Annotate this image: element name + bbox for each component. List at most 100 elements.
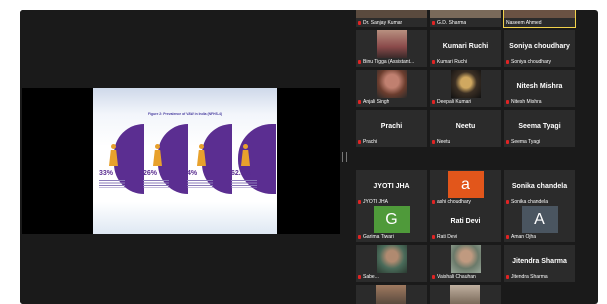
- participant-tile[interactable]: Dr. Sanjay Kumar: [356, 10, 427, 27]
- participant-tile[interactable]: Prachi Prachi: [356, 110, 427, 147]
- stat-text: [231, 180, 257, 188]
- participant-video: [376, 285, 406, 304]
- mic-muted-icon: [358, 60, 361, 64]
- participant-label: Neetu: [432, 139, 450, 145]
- participant-tile[interactable]: [356, 285, 427, 304]
- stat-block: 26%: [143, 124, 188, 194]
- participant-video: [376, 30, 407, 58]
- mic-muted-icon: [358, 200, 361, 204]
- participant-label: Sabe...: [358, 274, 379, 280]
- participant-tile-active-speaker[interactable]: Naseem Ahmed: [503, 10, 576, 28]
- participant-tile[interactable]: [430, 285, 501, 304]
- participant-name: Sonika chandela: [511, 183, 568, 190]
- participant-tile[interactable]: Binu Tigga (Assistant...: [356, 30, 427, 67]
- screen: Figure 2: Prevalence of VAW in India (NF…: [0, 0, 607, 304]
- woman-icon: [109, 144, 118, 166]
- mic-muted-icon: [432, 275, 435, 279]
- mic-muted-icon: [358, 21, 361, 25]
- participant-tile[interactable]: Anjali Singh: [356, 70, 427, 107]
- participant-label: Soniya choudhary: [506, 59, 551, 65]
- mic-muted-icon: [432, 200, 435, 204]
- participant-name: Nitesh Mishra: [516, 83, 563, 90]
- participant-label: Binu Tigga (Assistant...: [358, 59, 414, 65]
- participant-tile[interactable]: Sabe...: [356, 245, 427, 282]
- participant-tile[interactable]: JYOTI JHA JYOTI JHA: [356, 170, 427, 207]
- stat-text: [187, 180, 213, 188]
- participant-tile[interactable]: A Aman Ojha: [504, 205, 575, 242]
- mic-muted-icon: [506, 60, 509, 64]
- participant-label: Naseem Ahmed: [506, 20, 542, 26]
- participant-label: Rati Devi: [432, 234, 457, 240]
- mic-muted-icon: [358, 235, 361, 239]
- stat-percentage: 26%: [143, 170, 158, 177]
- gallery-view: Dr. Sanjay Kumar G.D. Sharma Naseem Ahme…: [356, 10, 598, 304]
- shared-screen: Figure 2: Prevalence of VAW in India (NF…: [22, 88, 340, 234]
- presentation-slide: Figure 2: Prevalence of VAW in India (NF…: [93, 88, 277, 234]
- stat-percentage: 4%: [187, 170, 198, 177]
- participant-video: [450, 70, 481, 98]
- mic-muted-icon: [432, 100, 435, 104]
- mic-muted-icon: [432, 235, 435, 239]
- stat-percentage: 33%: [99, 170, 114, 177]
- participant-video: [376, 70, 407, 98]
- participant-tile[interactable]: G.D. Sharma: [430, 10, 501, 27]
- participant-tile[interactable]: Jitendra Sharma Jitendra Sharma: [504, 245, 575, 282]
- mic-muted-icon: [506, 200, 509, 204]
- participant-video: [504, 10, 575, 18]
- participant-label: Jitendra Sharma: [506, 274, 548, 280]
- stat-block: 33%: [99, 124, 144, 194]
- participant-tile[interactable]: Soniya choudhary Soniya choudhary: [504, 30, 575, 67]
- split-resize-handle[interactable]: [342, 152, 347, 162]
- participant-label: Deepali Kumari: [432, 99, 471, 105]
- participant-video: [430, 10, 501, 18]
- participant-name: Kumari Ruchi: [442, 43, 489, 50]
- participant-tile[interactable]: Kumari Ruchi Kumari Ruchi: [430, 30, 501, 67]
- mic-muted-icon: [358, 100, 361, 104]
- participant-video: [450, 285, 480, 304]
- participant-label: Dr. Sanjay Kumar: [358, 20, 402, 26]
- participant-tile[interactable]: Rati Devi Rati Devi: [430, 205, 501, 242]
- meeting-window: Figure 2: Prevalence of VAW in India (NF…: [20, 10, 598, 304]
- stat-percentage: 62.8%: [231, 170, 251, 177]
- participant-label: Seema Tyagi: [506, 139, 540, 145]
- mic-muted-icon: [506, 140, 509, 144]
- participant-video: [450, 245, 481, 273]
- participant-avatar: A: [521, 206, 558, 233]
- participant-name: Rati Devi: [450, 218, 481, 225]
- participant-tile[interactable]: Deepali Kumari: [430, 70, 501, 107]
- participant-label: Prachi: [358, 139, 377, 145]
- mic-muted-icon: [506, 100, 509, 104]
- participant-tile[interactable]: Seema Tyagi Seema Tyagi: [504, 110, 575, 147]
- participant-name: Neetu: [455, 123, 476, 130]
- participant-tile[interactable]: Nitesh Mishra Nitesh Mishra: [504, 70, 575, 107]
- participant-name: Prachi: [380, 123, 403, 130]
- participant-label: Anjali Singh: [358, 99, 389, 105]
- woman-icon: [197, 144, 206, 166]
- participant-label: Vaishali Chauhan: [432, 274, 476, 280]
- slide-title: Figure 2: Prevalence of VAW in India (NF…: [148, 112, 222, 116]
- participant-video: [356, 10, 427, 18]
- mic-muted-icon: [358, 140, 361, 144]
- mic-muted-icon: [506, 235, 509, 239]
- woman-icon: [241, 144, 250, 166]
- participant-label: Kumari Ruchi: [432, 59, 467, 65]
- stat-text: [143, 180, 169, 188]
- participant-tile[interactable]: Sonika chandela Sonika chandela: [504, 170, 575, 207]
- participant-label: Nitesh Mishra: [506, 99, 542, 105]
- participant-tile[interactable]: a ashi choudhary: [430, 170, 501, 207]
- participant-tile[interactable]: Neetu Neetu: [430, 110, 501, 147]
- stat-text: [99, 180, 125, 188]
- participant-tile[interactable]: Vaishali Chauhan: [430, 245, 501, 282]
- mic-muted-icon: [432, 21, 435, 25]
- participant-avatar: a: [447, 171, 484, 198]
- participant-avatar: G: [373, 206, 410, 233]
- screen-share-area: Figure 2: Prevalence of VAW in India (NF…: [20, 10, 342, 304]
- participant-name: Seema Tyagi: [518, 123, 561, 130]
- participant-tile[interactable]: G Garima Tiwari: [356, 205, 427, 242]
- participant-name: JYOTI JHA: [373, 183, 410, 190]
- stat-block: 4%: [187, 124, 232, 194]
- participant-name: Soniya choudhary: [509, 43, 570, 50]
- participant-label: G.D. Sharma: [432, 20, 466, 26]
- participant-name: Jitendra Sharma: [512, 258, 567, 265]
- mic-muted-icon: [358, 275, 361, 279]
